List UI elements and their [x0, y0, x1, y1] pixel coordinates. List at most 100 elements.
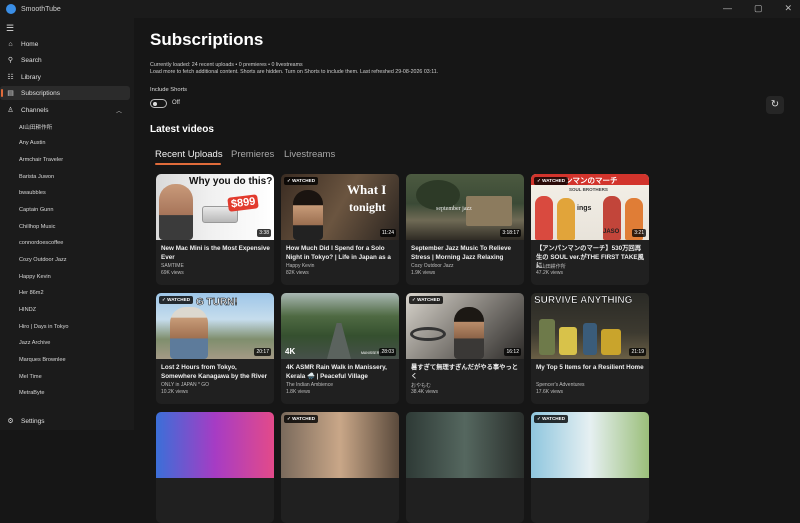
video-card[interactable]: SURVIVE ANYTHING 21:19 My Top 5 Items fo… [531, 293, 649, 404]
thumb-item [583, 323, 597, 355]
nav-settings[interactable]: ⚙ Settings [0, 414, 130, 428]
hamburger-menu-icon[interactable]: ☰ [6, 23, 14, 34]
nav-library-label: Library [21, 73, 41, 81]
video-thumbnail[interactable]: ✓ WATCHED 16:12 [406, 293, 524, 359]
video-channel[interactable]: SAMTIME [161, 263, 184, 269]
window-controls: — ▢ ✕ [723, 3, 792, 14]
title-bar: SmoothTube — ▢ ✕ [0, 0, 800, 18]
close-icon[interactable]: ✕ [784, 3, 792, 14]
video-title[interactable]: 4K ASMR Rain Walk in Manissery, Kerala 🌧… [286, 364, 396, 381]
video-thumbnail[interactable]: 4K MANISSERY 28:03 [281, 293, 399, 359]
video-card[interactable]: ✓ WATCHED [281, 412, 399, 523]
thumb-band: SOUL BROTHERS [569, 187, 608, 192]
video-views: 82K views [286, 270, 309, 276]
video-thumbnail[interactable]: september jazz 3:18:17 [406, 174, 524, 240]
video-duration: 3:18:17 [500, 229, 521, 237]
video-title[interactable]: September Jazz Music To Relieve Stress |… [411, 245, 521, 262]
video-card[interactable]: september jazz 3:18:17 September Jazz Mu… [406, 174, 524, 285]
watched-badge: ✓ WATCHED [534, 415, 569, 423]
channel-item[interactable]: MetraByte [19, 390, 45, 396]
nav-search-label: Search [21, 56, 42, 64]
video-thumbnail[interactable]: What I tonight ✓ WATCHED 11:24 [281, 174, 399, 240]
thumb-caption: JASO [603, 229, 620, 235]
include-shorts-state: Off [172, 100, 180, 106]
nav-channels[interactable]: ♙ Channels ︿ [0, 103, 130, 117]
thumb-caption: Why you do this? [189, 176, 273, 187]
channel-item[interactable]: Captain Gunn [19, 207, 54, 213]
section-title: Latest videos [150, 124, 214, 135]
video-card[interactable]: Why you do this? $899 3:38 New Mac Mini … [156, 174, 274, 285]
channel-item[interactable]: Her 86m2 [19, 290, 44, 296]
video-title[interactable]: How Much Did I Spend for a Solo Night in… [286, 245, 396, 262]
thumb-item [601, 329, 621, 355]
video-card[interactable] [406, 412, 524, 523]
video-thumbnail[interactable] [156, 412, 274, 478]
video-views: 1.8K views [286, 389, 311, 395]
channel-item[interactable]: connordoescoffee [19, 240, 63, 246]
channel-item[interactable]: HINDZ [19, 307, 36, 313]
thumb-item [539, 319, 555, 355]
nav-home[interactable]: ⌂ Home [0, 37, 130, 51]
tab-livestreams[interactable]: Livestreams [284, 149, 335, 160]
video-card[interactable]: ✓ WATCHED [531, 412, 649, 523]
video-title[interactable]: New Mac Mini is the Most Expensive Ever [161, 245, 271, 262]
tab-premieres[interactable]: Premieres [231, 149, 274, 160]
refresh-icon: ↻ [770, 99, 780, 110]
video-card[interactable]: G TURN! ✓ WATCHED 20:17 Lost 2 Hours fro… [156, 293, 274, 404]
nav-search[interactable]: ⚲ Search [0, 53, 130, 67]
video-channel[interactable]: AI山田耕作所 [536, 263, 566, 270]
channel-item[interactable]: Marques Brownlee [19, 357, 66, 363]
channel-item[interactable]: AI山田耕作所 [19, 123, 52, 131]
video-card[interactable]: ンマンのマーチ SOUL BROTHERS ings JASO ✓ WATCHE… [531, 174, 649, 285]
channel-item[interactable]: bwaubbles [19, 190, 46, 196]
video-thumbnail[interactable]: ✓ WATCHED [281, 412, 399, 478]
chevron-up-icon[interactable]: ︿ [116, 106, 122, 115]
subscriptions-icon: ▤ [7, 90, 14, 97]
video-card[interactable]: ✓ WATCHED 16:12 暑すぎて無理すぎんだがやる事やっとく おやもむ … [406, 293, 524, 404]
video-title[interactable]: 暑すぎて無理すぎんだがやる事やっとく [411, 364, 521, 381]
nav-settings-label: Settings [21, 417, 45, 425]
video-thumbnail[interactable] [406, 412, 524, 478]
video-channel[interactable]: The Indian Ambience [286, 382, 333, 388]
video-channel[interactable]: Spencer's Adventures [536, 382, 584, 388]
video-duration: 28:03 [379, 348, 396, 356]
video-title[interactable]: My Top 5 Items for a Resilient Home [536, 364, 646, 373]
active-tab-indicator [155, 163, 221, 165]
minimize-icon[interactable]: — [723, 3, 732, 14]
video-duration: 16:12 [504, 348, 521, 356]
channel-item[interactable]: Jazz Archive [19, 340, 50, 346]
channel-item[interactable]: Hiro | Days in Tokyo [19, 324, 69, 330]
video-thumbnail[interactable]: SURVIVE ANYTHING 21:19 [531, 293, 649, 359]
channel-item[interactable]: Happy Kevin [19, 274, 51, 280]
video-channel[interactable]: ONLY in JAPAN * GO [161, 382, 209, 388]
video-channel[interactable]: Happy Kevin [286, 263, 314, 269]
video-thumbnail[interactable]: ンマンのマーチ SOUL BROTHERS ings JASO ✓ WATCHE… [531, 174, 649, 240]
thumb-caption: tonight [349, 200, 386, 214]
thumb-brand: MANISSERY [361, 351, 382, 355]
video-channel[interactable]: おやもむ [411, 382, 431, 389]
maximize-icon[interactable]: ▢ [754, 3, 763, 14]
video-card[interactable] [156, 412, 274, 523]
video-title[interactable]: Lost 2 Hours from Tokyo, Somewhere Kanag… [161, 364, 271, 381]
video-thumbnail[interactable]: ✓ WATCHED [531, 412, 649, 478]
channel-item[interactable]: Any Austin [19, 140, 45, 146]
channel-item[interactable]: Chillhop Music [19, 224, 55, 230]
home-icon: ⌂ [8, 40, 13, 48]
tab-recent-uploads[interactable]: Recent Uploads [155, 149, 223, 160]
channel-item[interactable]: Mel Time [19, 374, 42, 380]
include-shorts-toggle[interactable] [150, 99, 167, 108]
video-views: 69K views [161, 270, 184, 276]
video-thumbnail[interactable]: G TURN! ✓ WATCHED 20:17 [156, 293, 274, 359]
video-duration: 3:38 [257, 229, 271, 237]
channel-item[interactable]: Armchair Traveler [19, 157, 63, 163]
thumb-figure [293, 190, 323, 240]
nav-library[interactable]: ☷ Library [0, 70, 130, 84]
channel-item[interactable]: Cozy Outdoor Jazz [19, 257, 67, 263]
video-card[interactable]: What I tonight ✓ WATCHED 11:24 How Much … [281, 174, 399, 285]
video-thumbnail[interactable]: Why you do this? $899 3:38 [156, 174, 274, 240]
video-card[interactable]: 4K MANISSERY 28:03 4K ASMR Rain Walk in … [281, 293, 399, 404]
nav-subscriptions[interactable]: ▤ Subscriptions [0, 86, 130, 100]
channel-item[interactable]: Barista Juwon [19, 174, 54, 180]
refresh-button[interactable]: ↻ [766, 96, 784, 114]
video-channel[interactable]: Cozy Outdoor Jazz [411, 263, 454, 269]
